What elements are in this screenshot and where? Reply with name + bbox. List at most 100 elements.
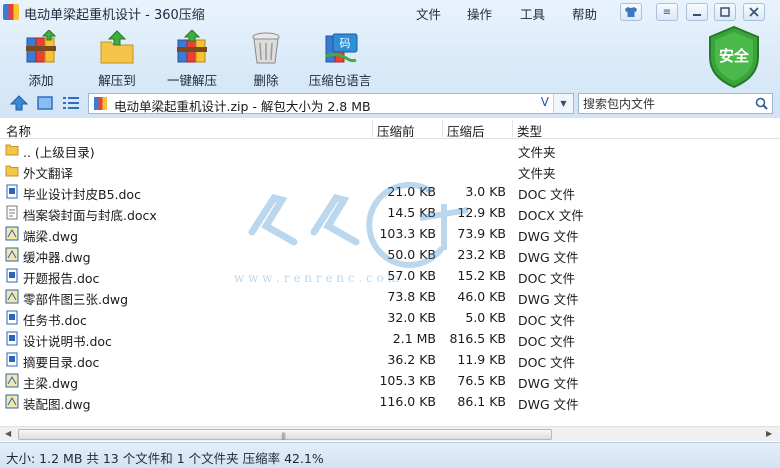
- settings-menu-icon[interactable]: ≡: [656, 3, 678, 21]
- file-name: 缓冲器.dwg: [23, 250, 91, 265]
- size-before: 57.0 KB: [387, 268, 436, 283]
- table-row[interactable]: 毕业设计封皮B5.doc 21.0 KB 3.0 KB DOC 文件: [0, 181, 780, 202]
- chevron-down-icon[interactable]: ▼: [553, 94, 573, 113]
- add-books-icon: [21, 29, 61, 66]
- minimize-icon[interactable]: [686, 3, 708, 21]
- doc-file-icon: [5, 331, 19, 346]
- file-name: 任务书.doc: [23, 313, 87, 328]
- size-after: 12.9 KB: [457, 205, 506, 220]
- maximize-icon[interactable]: [714, 3, 736, 21]
- doc-file-icon: [5, 268, 19, 283]
- size-before: 105.3 KB: [379, 373, 436, 388]
- file-type: DWG 文件: [518, 250, 579, 265]
- column-divider[interactable]: [372, 120, 373, 137]
- dwg-file-icon: [5, 289, 19, 304]
- scroll-right-icon[interactable]: ▶: [766, 429, 772, 438]
- size-after: 15.2 KB: [457, 268, 506, 283]
- column-divider[interactable]: [512, 120, 513, 137]
- file-type: DOC 文件: [518, 355, 576, 370]
- one-click-extract-label: 一键解压: [166, 73, 217, 88]
- menu-tools[interactable]: 工具: [520, 4, 545, 23]
- column-unpacked[interactable]: 压缩后: [447, 121, 485, 140]
- file-name: 开题报告.doc: [23, 271, 100, 286]
- menu-file[interactable]: 文件: [416, 4, 441, 23]
- file-name: 档案袋封面与封底.docx: [23, 208, 157, 223]
- archive-language-label: 压缩包语言: [308, 73, 372, 88]
- window-title: 电动单梁起重机设计 - 360压缩: [24, 8, 205, 23]
- file-type: DWG 文件: [518, 376, 579, 391]
- size-before: 32.0 KB: [387, 310, 436, 325]
- table-row[interactable]: 外文翻译 文件夹: [0, 160, 780, 181]
- table-row[interactable]: 档案袋封面与封底.docx 14.5 KB 12.9 KB DOCX 文件: [0, 202, 780, 223]
- table-row[interactable]: 零部件图三张.dwg 73.8 KB 46.0 KB DWG 文件: [0, 286, 780, 307]
- size-before: 2.1 MB: [392, 331, 436, 346]
- size-after: 76.5 KB: [457, 373, 506, 388]
- history-dropdown-icon[interactable]: V: [541, 95, 549, 109]
- table-row[interactable]: 任务书.doc 32.0 KB 5.0 KB DOC 文件: [0, 307, 780, 328]
- size-before: 21.0 KB: [387, 184, 436, 199]
- search-input[interactable]: [583, 95, 751, 112]
- table-row[interactable]: .. (上级目录) 文件夹: [0, 139, 780, 160]
- security-status-button[interactable]: 安全: [706, 25, 762, 89]
- column-divider[interactable]: [442, 120, 443, 137]
- horizontal-scrollbar[interactable]: ◀ ||| ▶: [0, 426, 780, 441]
- size-before: 116.0 KB: [379, 394, 436, 409]
- close-icon[interactable]: [743, 3, 765, 21]
- table-row[interactable]: 装配图.dwg 116.0 KB 86.1 KB DWG 文件: [0, 391, 780, 412]
- dwg-file-icon: [5, 394, 19, 409]
- title-bar[interactable]: 电动单梁起重机设计 - 360压缩 文件 操作 工具 帮助 ≡: [0, 0, 780, 24]
- table-row[interactable]: 摘要目录.doc 36.2 KB 11.9 KB DOC 文件: [0, 349, 780, 370]
- table-row[interactable]: 缓冲器.dwg 50.0 KB 23.2 KB DWG 文件: [0, 244, 780, 265]
- menu-operation[interactable]: 操作: [467, 4, 492, 23]
- delete-label: 删除: [253, 73, 279, 88]
- menu-help[interactable]: 帮助: [572, 4, 597, 23]
- file-name: 零部件图三张.dwg: [23, 292, 129, 307]
- file-name: .. (上级目录): [23, 145, 95, 160]
- table-row[interactable]: 主梁.dwg 105.3 KB 76.5 KB DWG 文件: [0, 370, 780, 391]
- search-icon[interactable]: [755, 97, 768, 110]
- file-type: DOC 文件: [518, 187, 576, 202]
- address-path: 电动单梁起重机设计.zip - 解包大小为 2.8 MB: [114, 99, 371, 114]
- size-after: 816.5 KB: [449, 331, 506, 346]
- table-row[interactable]: 设计说明书.doc 2.1 MB 816.5 KB DOC 文件: [0, 328, 780, 349]
- list-view-icon[interactable]: [62, 95, 80, 111]
- scroll-left-icon[interactable]: ◀: [5, 429, 11, 438]
- file-type: DOC 文件: [518, 334, 576, 349]
- status-bar: 大小: 1.2 MB 共 13 个文件和 1 个文件夹 压缩率 42.1%: [0, 442, 780, 468]
- size-after: 3.0 KB: [465, 184, 506, 199]
- one-click-extract-button[interactable]: 一键解压: [157, 29, 227, 88]
- up-arrow-icon[interactable]: [9, 95, 29, 111]
- archive-language-button[interactable]: 码 压缩包语言: [305, 30, 375, 88]
- file-type: 文件夹: [518, 166, 556, 181]
- doc-file-icon: [5, 352, 19, 367]
- file-name: 摘要目录.doc: [23, 355, 100, 370]
- dwg-file-icon: [5, 226, 19, 241]
- skin-shirt-icon[interactable]: [620, 3, 642, 21]
- search-box[interactable]: [578, 93, 773, 114]
- column-type[interactable]: 类型: [517, 121, 542, 140]
- doc-file-icon: [5, 184, 19, 199]
- table-row[interactable]: 端梁.dwg 103.3 KB 73.9 KB DWG 文件: [0, 223, 780, 244]
- docx-file-icon: [5, 205, 19, 220]
- file-type: DOC 文件: [518, 313, 576, 328]
- size-after: 11.9 KB: [457, 352, 506, 367]
- file-type: DWG 文件: [518, 397, 579, 412]
- trash-can-icon: [246, 30, 286, 66]
- extract-folder-icon: [97, 30, 137, 66]
- scrollbar-thumb[interactable]: |||: [18, 429, 552, 440]
- add-button[interactable]: 添加: [6, 29, 76, 88]
- zip-archive-icon: [94, 97, 107, 110]
- column-packed[interactable]: 压缩前: [377, 121, 415, 140]
- size-after: 5.0 KB: [465, 310, 506, 325]
- column-name[interactable]: 名称: [6, 121, 31, 140]
- file-type: DOC 文件: [518, 271, 576, 286]
- file-name: 毕业设计封皮B5.doc: [23, 187, 141, 202]
- extract-to-button[interactable]: 解压到: [82, 30, 152, 88]
- delete-button[interactable]: 删除: [231, 30, 301, 88]
- file-list-header: 名称 压缩前 压缩后 类型: [0, 118, 780, 139]
- table-row[interactable]: 开题报告.doc 57.0 KB 15.2 KB DOC 文件: [0, 265, 780, 286]
- address-bar[interactable]: 电动单梁起重机设计.zip - 解包大小为 2.8 MB V ▼: [88, 93, 574, 114]
- size-before: 14.5 KB: [387, 205, 436, 220]
- large-icon-view-icon[interactable]: [36, 95, 54, 111]
- doc-file-icon: [5, 310, 19, 325]
